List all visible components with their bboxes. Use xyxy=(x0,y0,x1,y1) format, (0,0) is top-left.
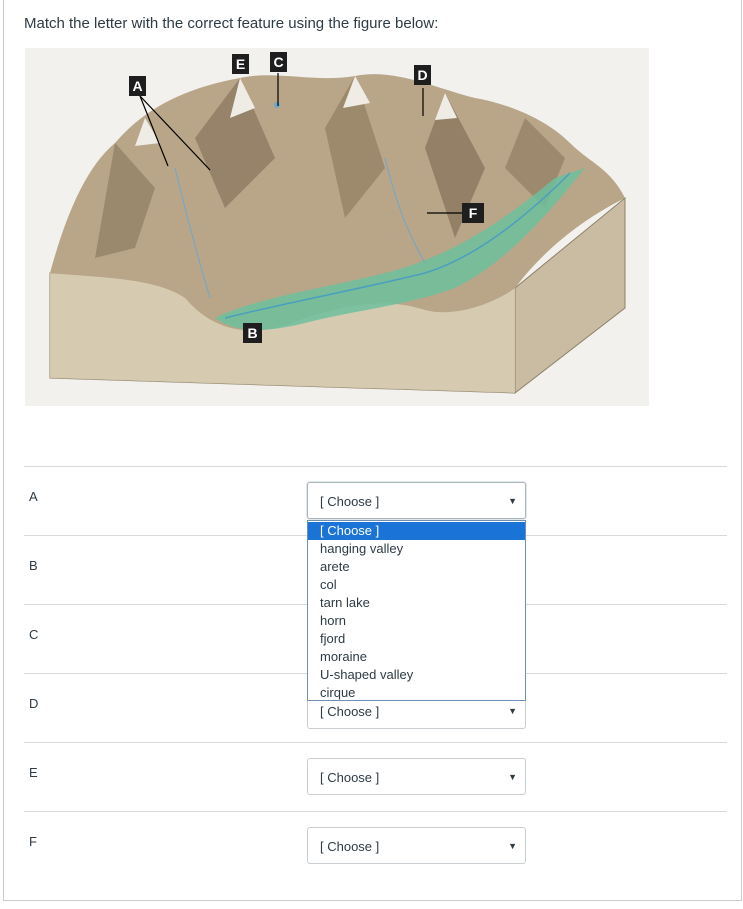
figure-label-f: F xyxy=(462,203,484,223)
answer-select-f[interactable]: [ Choose ] ▼ xyxy=(307,827,526,864)
svg-text:A: A xyxy=(132,78,142,94)
row-letter-d: D xyxy=(29,696,39,711)
dropdown-option[interactable]: tarn lake xyxy=(308,594,525,612)
select-value: [ Choose ] xyxy=(320,704,380,719)
dropdown-option[interactable]: horn xyxy=(308,612,525,630)
row-letter-b: B xyxy=(29,558,38,573)
dropdown-option[interactable]: fjord xyxy=(308,630,525,648)
dropdown-option[interactable]: moraine xyxy=(308,648,525,666)
question-text: Match the letter with the correct featur… xyxy=(24,15,439,32)
row-letter-c: C xyxy=(29,627,39,642)
figure-label-e: E xyxy=(232,54,249,74)
caret-down-icon: ▼ xyxy=(508,772,517,782)
caret-down-icon: ▼ xyxy=(508,496,517,506)
figure-label-d: D xyxy=(414,65,431,85)
select-value: [ Choose ] xyxy=(320,494,380,509)
svg-text:D: D xyxy=(417,67,427,83)
svg-text:B: B xyxy=(247,325,257,341)
match-row-e: E [ Choose ] ▼ xyxy=(24,742,727,812)
svg-text:F: F xyxy=(469,205,478,221)
row-letter-f: F xyxy=(29,834,37,849)
row-letter-e: E xyxy=(29,765,38,780)
figure-label-c: C xyxy=(270,52,287,72)
caret-down-icon: ▼ xyxy=(508,841,517,851)
match-row-f: F [ Choose ] ▼ xyxy=(24,811,727,881)
glacial-landscape-figure: A E C D F B xyxy=(25,48,649,406)
dropdown-option[interactable]: col xyxy=(308,576,525,594)
select-value: [ Choose ] xyxy=(320,839,380,854)
dropdown-option[interactable]: U-shaped valley xyxy=(308,666,525,684)
svg-text:C: C xyxy=(273,54,283,70)
caret-down-icon: ▼ xyxy=(508,706,517,716)
figure-label-b: B xyxy=(243,323,262,343)
dropdown-option[interactable]: hanging valley xyxy=(308,540,525,558)
row-letter-a: A xyxy=(29,489,38,504)
answer-select-e[interactable]: [ Choose ] ▼ xyxy=(307,758,526,795)
answer-dropdown-list[interactable]: [ Choose ] hanging valley arete col tarn… xyxy=(307,520,526,701)
answer-select-a[interactable]: [ Choose ] ▼ xyxy=(307,482,526,519)
dropdown-option[interactable]: [ Choose ] xyxy=(308,522,525,540)
dropdown-option[interactable]: arete xyxy=(308,558,525,576)
dropdown-option[interactable]: cirque xyxy=(308,684,525,702)
svg-text:E: E xyxy=(236,56,245,72)
figure-label-a: A xyxy=(129,76,146,96)
select-value: [ Choose ] xyxy=(320,770,380,785)
